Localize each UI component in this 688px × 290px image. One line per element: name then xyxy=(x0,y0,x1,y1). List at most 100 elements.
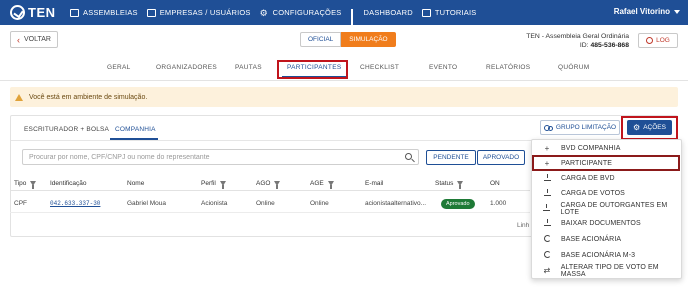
column-label: Tipo xyxy=(14,180,27,187)
search-icon[interactable] xyxy=(405,153,412,160)
column-header-ago[interactable]: AGO xyxy=(256,180,281,189)
log-button[interactable]: LOG xyxy=(638,33,678,48)
brand-logo[interactable]: TEN xyxy=(10,5,70,20)
table-header: Tipo Identificação Nome Perfil AGO AGE E… xyxy=(10,176,530,191)
grupo-limitacao-label: GRUPO LIMITAÇÃO xyxy=(555,124,617,131)
upload-icon xyxy=(540,174,554,183)
nav-item-empresas-usuarios[interactable]: EMPRESAS / USUÁRIOS xyxy=(146,8,251,17)
download-icon xyxy=(540,219,554,228)
chevron-left-icon: ‹ xyxy=(17,34,21,45)
nav-item-label: EMPRESAS / USUÁRIOS xyxy=(159,8,251,17)
refresh-icon xyxy=(540,235,554,244)
nav-item-dashboard[interactable]: DASHBOARD xyxy=(350,8,413,25)
assembly-info: TEN - Assembleia Geral Ordinária ID: 485… xyxy=(526,32,629,50)
filter-icon[interactable] xyxy=(457,181,464,189)
nav-item-assembleias[interactable]: ASSEMBLEIAS xyxy=(70,8,138,17)
upload-icon xyxy=(540,189,554,198)
nav-item-configuracoes[interactable]: ⚙ CONFIGURAÇÕES xyxy=(260,8,342,17)
chevron-down-icon[interactable] xyxy=(674,10,680,14)
users-icon xyxy=(146,8,156,17)
grupo-limitacao-button[interactable]: GRUPO LIMITAÇÃO xyxy=(540,120,620,135)
simulation-alert-text: Você está em ambiente de simulação. xyxy=(29,93,148,101)
tab-evento[interactable]: EVENTO xyxy=(429,64,457,71)
column-header-perfil[interactable]: Perfil xyxy=(201,180,226,189)
column-label: AGE xyxy=(310,180,324,187)
column-label: Perfil xyxy=(201,180,216,187)
column-header-email: E-mail xyxy=(365,180,383,187)
edit-icon xyxy=(421,8,431,17)
cell-ago: Online xyxy=(256,200,275,207)
logo-check-icon xyxy=(10,5,25,20)
refresh-icon xyxy=(540,251,554,260)
menu-item-carga-de-votos[interactable]: CARGA DE VOTOS xyxy=(532,187,683,200)
tab-geral[interactable]: GERAL xyxy=(107,64,131,71)
plus-icon: + xyxy=(544,143,550,153)
highlight-box-participante xyxy=(532,155,680,171)
column-header-tipo[interactable]: Tipo xyxy=(14,180,37,189)
assembly-title: TEN - Assembleia Geral Ordinária xyxy=(526,33,629,40)
simulation-alert: Você está em ambiente de simulação. xyxy=(10,87,678,107)
status-badge: Aprovado xyxy=(441,199,475,209)
search-input[interactable]: Procurar por nome, CPF/CNPJ ou nome do r… xyxy=(22,149,419,165)
menu-item-label: BASE ACIONÁRIA xyxy=(561,236,622,243)
column-label: Nome xyxy=(127,180,145,187)
highlight-box-acoes xyxy=(621,116,678,140)
filter-icon[interactable] xyxy=(219,181,226,189)
menu-item-baixar-documentos[interactable]: BAIXAR DOCUMENTOS xyxy=(532,217,683,230)
user-name[interactable]: Rafael Vitorino xyxy=(614,7,670,16)
tab-pautas[interactable]: PAUTAS xyxy=(235,64,262,71)
tabs-divider xyxy=(0,80,688,81)
cell-email: acionistaalternativo... xyxy=(365,200,427,207)
warning-icon xyxy=(15,93,23,101)
menu-item-label: ALTERAR TIPO DE VOTO EM MASSA xyxy=(560,263,659,278)
subtab-escriturador-bolsa[interactable]: ESCRITURADOR + BOLSA xyxy=(24,126,109,133)
rows-per-page-label: Linh xyxy=(517,222,530,229)
menu-item-label: BASE ACIONÁRIA M-3 xyxy=(561,252,636,259)
assembly-id-value: 485-536-868 xyxy=(590,42,629,49)
back-button[interactable]: ‹ VOLTAR xyxy=(10,31,58,48)
bar-chart-icon xyxy=(350,8,360,25)
tab-quorum[interactable]: QUÓRUM xyxy=(558,64,589,71)
filter-pendente-button[interactable]: PENDENTE xyxy=(426,150,476,165)
menu-item-carga-de-bvd[interactable]: CARGA DE BVD xyxy=(532,172,683,185)
nav-item-label: ASSEMBLEIAS xyxy=(83,8,138,17)
log-icon xyxy=(646,37,654,44)
cell-identificacao-link[interactable]: 042.633.337-30 xyxy=(50,200,100,207)
column-header-status[interactable]: Status xyxy=(435,180,464,189)
tab-organizadores[interactable]: ORGANIZADORES xyxy=(156,64,217,71)
menu-item-label: CARGA DE VOTOS xyxy=(561,190,625,197)
group-icon xyxy=(543,124,553,131)
mode-simulation-button[interactable]: SIMULAÇÃO xyxy=(341,32,396,47)
column-header-age[interactable]: AGE xyxy=(310,180,334,189)
menu-item-carga-de-outorgantes[interactable]: CARGA DE OUTORGANTES EM LOTE xyxy=(532,201,683,216)
filter-aprovado-button[interactable]: APROVADO xyxy=(477,150,525,165)
nav-item-label: CONFIGURAÇÕES xyxy=(272,8,342,17)
cell-on: 1.000 xyxy=(490,200,507,207)
menu-item-label: CARGA DE OUTORGANTES EM LOTE xyxy=(560,201,668,216)
subtab-companhia[interactable]: COMPANHIA xyxy=(115,126,156,133)
search-placeholder: Procurar por nome, CPF/CNPJ ou nome do r… xyxy=(29,153,210,161)
log-button-label: LOG xyxy=(656,37,670,44)
highlight-box-participantes xyxy=(277,60,348,79)
tab-checklist[interactable]: CHECKLIST xyxy=(360,64,399,71)
filter-icon[interactable] xyxy=(30,181,37,189)
cell-age: Online xyxy=(310,200,329,207)
column-header-identificacao: Identificação xyxy=(50,180,87,187)
filter-icon[interactable] xyxy=(327,181,334,189)
column-header-nome: Nome xyxy=(127,180,144,187)
mode-official-button[interactable]: OFICIAL xyxy=(300,32,342,47)
menu-item-base-acionaria[interactable]: BASE ACIONÁRIA xyxy=(532,233,683,246)
menu-item-bvd-companhia[interactable]: + BVD COMPANHIA xyxy=(532,142,683,155)
column-label: AGO xyxy=(256,180,271,187)
menu-item-alterar-tipo-de-voto[interactable]: ⇄ ALTERAR TIPO DE VOTO EM MASSA xyxy=(532,263,683,278)
gear-users-icon: ⚙ xyxy=(259,7,268,18)
brand-name: TEN xyxy=(28,5,56,20)
nav-item-tutoriais[interactable]: TUTORIAIS xyxy=(421,8,477,17)
column-label: E-mail xyxy=(365,180,384,187)
filter-icon[interactable] xyxy=(274,181,281,189)
menu-item-base-acionaria-m3[interactable]: BASE ACIONÁRIA M-3 xyxy=(532,249,683,262)
cell-perfil: Acionista xyxy=(201,200,228,207)
table-row[interactable]: CPF 042.633.337-30 Gabriel Moua Acionist… xyxy=(10,193,530,213)
nav-item-label: TUTORIAIS xyxy=(434,8,477,17)
tab-relatorios[interactable]: RELATÓRIOS xyxy=(486,64,530,71)
